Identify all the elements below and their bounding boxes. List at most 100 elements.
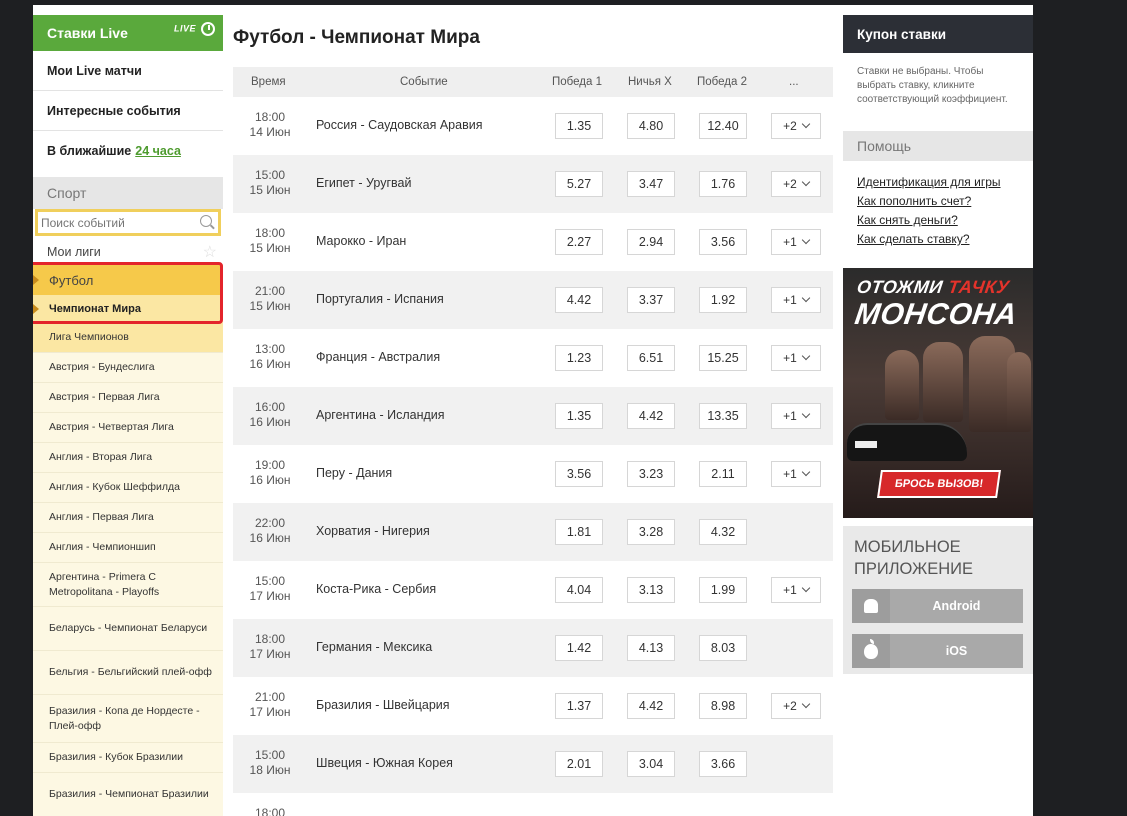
more-markets-button[interactable]: +1: [771, 577, 821, 603]
league-item[interactable]: Англия - Вторая Лига: [33, 443, 223, 473]
odd-win2[interactable]: 3.56: [699, 229, 747, 255]
league-item[interactable]: Англия - Кубок Шеффилда: [33, 473, 223, 503]
league-item[interactable]: Бразилия - Кубок Бразилии: [33, 743, 223, 773]
more-markets-button[interactable]: +1: [771, 345, 821, 371]
league-item[interactable]: Беларусь - Чемпионат Беларуси: [33, 607, 223, 651]
table-row[interactable]: 15:00 18 Июн Швеция - Южная Корея 2.01 3.04 3…: [233, 735, 833, 793]
odd-win2[interactable]: 15.25: [699, 345, 747, 371]
league-item[interactable]: Англия - Чемпионшип: [33, 533, 223, 563]
odd-draw[interactable]: 3.04: [627, 751, 675, 777]
event-name[interactable]: Португалия - Испания: [316, 292, 444, 306]
event-name[interactable]: Германия - Мексика: [316, 640, 432, 654]
event-name[interactable]: Марокко - Иран: [316, 234, 406, 248]
my-leagues-link[interactable]: Мои лиги ☆: [33, 241, 223, 263]
table-row[interactable]: 22:00 16 Июн Хорватия - Нигерия 1.81 3.28 4.3…: [233, 503, 833, 561]
star-icon[interactable]: ☆: [203, 242, 217, 262]
interesting-events-link[interactable]: Интересные события: [33, 91, 223, 131]
live-bets-header[interactable]: Ставки Live LIVE: [33, 15, 223, 51]
table-row[interactable]: 15:00 17 Июн Коста-Рика - Сербия 4.04 3.13 1.…: [233, 561, 833, 619]
league-item[interactable]: Бельгия - Бельгийский плей-офф: [33, 651, 223, 695]
nearest-events-link[interactable]: В ближайшие 24 часа: [33, 131, 223, 171]
event-name[interactable]: Россия - Саудовская Аравия: [316, 118, 482, 132]
odd-win2[interactable]: 4.32: [699, 519, 747, 545]
odd-win1[interactable]: 4.42: [555, 287, 603, 313]
android-app-button[interactable]: Android: [852, 589, 1023, 623]
more-markets-button[interactable]: +2: [771, 171, 821, 197]
odd-draw[interactable]: 3.37: [627, 287, 675, 313]
event-name[interactable]: Франция - Австралия: [316, 350, 440, 364]
event-name[interactable]: Перу - Дания: [316, 466, 392, 480]
odd-draw[interactable]: 2.94: [627, 229, 675, 255]
odd-win1[interactable]: 1.35: [555, 113, 603, 139]
help-link-place-bet[interactable]: Как сделать ставку?: [857, 232, 970, 246]
nearest-24h-link[interactable]: 24 часа: [135, 144, 181, 158]
banner-cta-button[interactable]: БРОСЬ ВЫЗОВ!: [877, 470, 1001, 498]
odd-draw[interactable]: 6.51: [627, 345, 675, 371]
odd-win1[interactable]: 1.81: [555, 519, 603, 545]
odd-draw[interactable]: 3.47: [627, 171, 675, 197]
odd-win1[interactable]: 1.37: [555, 693, 603, 719]
odd-win1[interactable]: 1.35: [555, 403, 603, 429]
odd-win1[interactable]: 1.23: [555, 345, 603, 371]
odd-win1[interactable]: 2.27: [555, 229, 603, 255]
odd-win2[interactable]: 3.66: [699, 751, 747, 777]
league-item[interactable]: Австрия - Четвертая Лига: [33, 413, 223, 443]
odd-win1[interactable]: 2.01: [555, 751, 603, 777]
promo-banner[interactable]: ОТОЖМИ ТАЧКУ МОНСОНА БРОСЬ ВЫЗОВ!: [843, 268, 1033, 518]
odd-win1[interactable]: 4.04: [555, 577, 603, 603]
table-row[interactable]: 21:00 15 Июн Португалия - Испания 4.42 3.37 1…: [233, 271, 833, 329]
table-row[interactable]: 18:00 15 Июн Марокко - Иран 2.27 2.94 3.56 +1: [233, 213, 833, 271]
table-row[interactable]: 18:00 17 Июн Германия - Мексика 1.42 4.13 8.0…: [233, 619, 833, 677]
more-markets-button[interactable]: +1: [771, 461, 821, 487]
odd-draw[interactable]: 4.80: [627, 113, 675, 139]
league-item[interactable]: Аргентина - Primera C Metropolitana - Pl…: [33, 563, 223, 607]
odd-win2[interactable]: 1.99: [699, 577, 747, 603]
help-link-deposit[interactable]: Как пополнить счет?: [857, 194, 971, 208]
table-row[interactable]: 18:00: [233, 793, 833, 816]
league-item[interactable]: Австрия - Первая Лига: [33, 383, 223, 413]
league-item[interactable]: Австрия - Бундеслига: [33, 353, 223, 383]
odd-win2[interactable]: 8.03: [699, 635, 747, 661]
event-name[interactable]: Бразилия - Швейцария: [316, 698, 450, 712]
table-row[interactable]: 15:00 15 Июн Египет - Уругвай 5.27 3.47 1.76 +…: [233, 155, 833, 213]
odd-win2[interactable]: 13.35: [699, 403, 747, 429]
more-markets-button[interactable]: +2: [771, 693, 821, 719]
odd-win2[interactable]: 8.98: [699, 693, 747, 719]
more-markets-button[interactable]: +1: [771, 287, 821, 313]
odd-win1[interactable]: 5.27: [555, 171, 603, 197]
odd-draw[interactable]: 3.28: [627, 519, 675, 545]
more-markets-button[interactable]: +1: [771, 403, 821, 429]
odd-win1[interactable]: 1.42: [555, 635, 603, 661]
event-name[interactable]: Аргентина - Исландия: [316, 408, 445, 422]
help-link-withdraw[interactable]: Как снять деньги?: [857, 213, 958, 227]
event-name[interactable]: Хорватия - Нигерия: [316, 524, 430, 538]
ios-app-button[interactable]: iOS: [852, 634, 1023, 668]
event-name[interactable]: Египет - Уругвай: [316, 176, 411, 190]
odd-win2[interactable]: 12.40: [699, 113, 747, 139]
more-markets-button[interactable]: +2: [771, 113, 821, 139]
help-link-identification[interactable]: Идентификация для игры: [857, 175, 1001, 189]
odd-win1[interactable]: 3.56: [555, 461, 603, 487]
odd-draw[interactable]: 3.23: [627, 461, 675, 487]
table-row[interactable]: 21:00 17 Июн Бразилия - Швейцария 1.37 4.42 8…: [233, 677, 833, 735]
odd-draw[interactable]: 4.42: [627, 693, 675, 719]
odd-draw[interactable]: 3.13: [627, 577, 675, 603]
league-item[interactable]: Англия - Первая Лига: [33, 503, 223, 533]
event-name[interactable]: Коста-Рика - Сербия: [316, 582, 436, 596]
league-item[interactable]: Лига Чемпионов: [33, 323, 223, 353]
event-name[interactable]: Швеция - Южная Корея: [316, 756, 453, 770]
league-item[interactable]: Бразилия - Чемпионат Бразилии: [33, 773, 223, 816]
table-row[interactable]: 18:00 14 Июн Россия - Саудовская Аравия 1.3…: [233, 97, 833, 155]
odd-draw[interactable]: 4.42: [627, 403, 675, 429]
my-live-matches-link[interactable]: Мои Live матчи: [33, 51, 223, 91]
table-row[interactable]: 16:00 16 Июн Аргентина - Исландия 1.35 4.42 1…: [233, 387, 833, 445]
league-item[interactable]: Бразилия - Копа де Нордесте - Плей-офф: [33, 695, 223, 743]
odd-win2[interactable]: 1.76: [699, 171, 747, 197]
more-markets-button[interactable]: +1: [771, 229, 821, 255]
odd-draw[interactable]: 4.13: [627, 635, 675, 661]
search-icon[interactable]: [200, 215, 212, 227]
table-row[interactable]: 13:00 16 Июн Франция - Австралия 1.23 6.51 15…: [233, 329, 833, 387]
odd-win2[interactable]: 2.11: [699, 461, 747, 487]
table-row[interactable]: 19:00 16 Июн Перу - Дания 3.56 3.23 2.11 +1: [233, 445, 833, 503]
search-input[interactable]: [38, 214, 193, 231]
